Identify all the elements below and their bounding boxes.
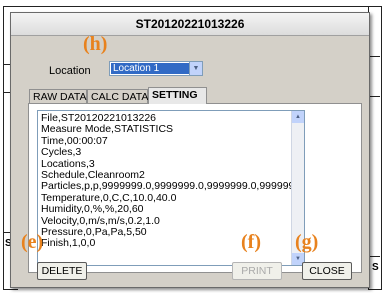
background-text: S xyxy=(372,262,379,273)
delete-button[interactable]: DELETE xyxy=(37,262,87,280)
setting-lines: File,ST20120221013226 Measure Mode,STATI… xyxy=(41,113,291,250)
tab-setting[interactable]: SETTING xyxy=(148,87,207,104)
setting-line: Humidity,0,%,%,20,60 xyxy=(41,203,144,216)
background-divider xyxy=(3,6,380,7)
location-select[interactable]: Location 1 ▼ xyxy=(109,61,203,76)
location-label: Location xyxy=(49,65,91,77)
data-dialog: ST20120221013226 (h) Location Location 1… xyxy=(10,12,370,288)
close-button[interactable]: CLOSE xyxy=(302,262,352,280)
annotation-e: (e) xyxy=(21,231,44,253)
background-divider xyxy=(370,96,380,97)
tab-calc-data[interactable]: CALC DATA xyxy=(87,89,148,103)
annotation-h: (h) xyxy=(83,33,108,55)
location-select-value: Location 1 xyxy=(111,63,191,74)
background-divider xyxy=(370,56,380,57)
setting-line: Cycles,3 xyxy=(41,146,82,159)
chevron-down-icon[interactable]: ▼ xyxy=(189,62,202,75)
annotation-g: (g) xyxy=(295,231,319,253)
print-button[interactable]: PRINT xyxy=(232,262,282,280)
tab-raw-data[interactable]: RAW DATA xyxy=(29,89,87,103)
background-window-right xyxy=(368,6,382,290)
scroll-up-icon[interactable]: ▲ xyxy=(292,111,304,123)
setting-textarea[interactable]: File,ST20120221013226 Measure Mode,STATI… xyxy=(37,110,305,266)
annotation-f: (f) xyxy=(241,231,261,253)
background-divider xyxy=(370,256,380,257)
dialog-title: ST20120221013226 xyxy=(11,13,369,36)
